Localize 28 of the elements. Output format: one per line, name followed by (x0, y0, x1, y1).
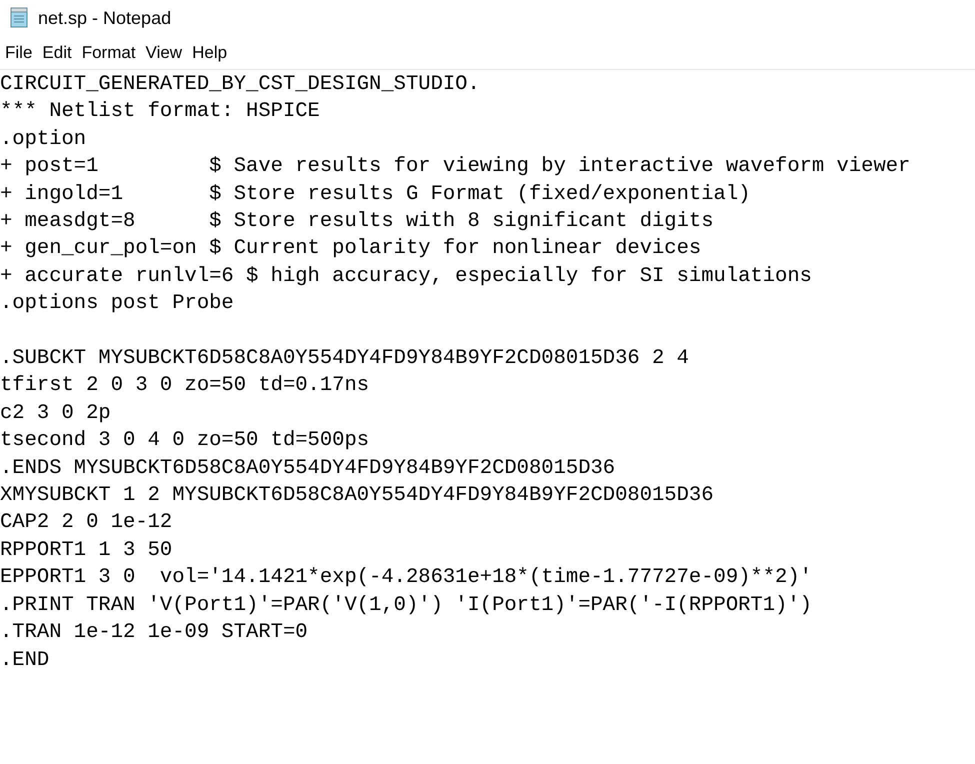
code-line: tfirst 2 0 3 0 zo=50 td=0.17ns (0, 373, 370, 400)
code-line: + measdgt=8 $ Store results with 8 significant digits (0, 209, 714, 236)
code-line: RPPORT1 1 3 50 (0, 538, 172, 564)
code-line: + accurate runlvl=6 $ high accuracy, especially for SI simulations (0, 264, 812, 290)
menu-item[interactable]: Help (187, 40, 232, 66)
code-line: .option (0, 126, 86, 153)
menu-item[interactable]: Format (76, 40, 141, 66)
code-line: .SUBCKT MYSUBCKT6D58C8A0Y554DY4FD9Y84B9YF2CD08015D36 2 4 (0, 346, 689, 372)
code-line: CIRCUIT_GENERATED_BY_CST_DESIGN_STUDIO. (0, 72, 480, 98)
menu-item[interactable]: Edit (37, 40, 77, 66)
code-line: + ingold=1 $ Store results G Format (fixed/exponential) (0, 182, 750, 208)
code-line: .END (0, 648, 50, 674)
code-line: .PRINT TRAN 'V(Port1)'=PAR('V(1,0)') 'I(Port1)'=PAR('-I(RPPORT1)') (0, 592, 812, 619)
code-line: .options post Probe (0, 291, 234, 318)
menu-item[interactable]: File (0, 40, 38, 66)
notepad-icon (8, 7, 30, 29)
code-line: *** Netlist format: HSPICE (0, 99, 320, 126)
code-line: c2 3 0 2p (0, 400, 111, 427)
code-line: XMYSUBCKT 1 2 MYSUBCKT6D58C8A0Y554DY4FD9Y84B9YF2CD08015D36 (0, 483, 714, 510)
code-line: .ENDS MYSUBCKT6D58C8A0Y554DY4FD9Y84B9YF2CD08015D36 (0, 456, 616, 482)
code-line: CAP2 2 0 1e-12 (0, 510, 172, 536)
code-line: EPPORT1 3 0 vol='14.1421*exp(-4.28631e+18*(time-1.77727e-09)**2)' (0, 565, 812, 592)
menu-item[interactable]: View (140, 40, 188, 66)
code-line: + gen_cur_pol=on $ Current polarity for nonlinear devices (0, 236, 702, 262)
window-title: net.sp - Notepad (38, 6, 172, 30)
code-line: tsecond 3 0 4 0 zo=50 td=500ps (0, 428, 370, 454)
code-line: + post=1 $ Save results for viewing by interactive waveform viewer (0, 154, 910, 180)
code-line: .TRAN 1e-12 1e-09 START=0 (0, 620, 308, 646)
